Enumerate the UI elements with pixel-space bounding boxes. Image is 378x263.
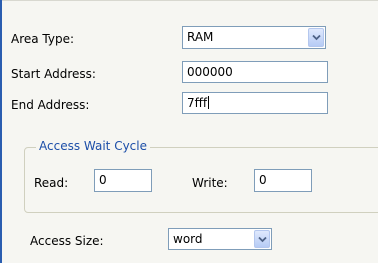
access-size-value: word (173, 232, 203, 246)
access-size-select[interactable]: word (168, 228, 272, 250)
start-address-input[interactable]: 000000 (182, 61, 328, 83)
start-address-label: Start Address: (11, 67, 96, 81)
access-wait-cycle-title: Access Wait Cycle (36, 138, 150, 154)
access-size-dropdown-button[interactable] (254, 230, 270, 248)
write-wait-value: 0 (259, 173, 267, 187)
start-address-value: 000000 (187, 65, 233, 79)
area-type-label: Area Type: (11, 32, 75, 46)
access-size-label: Access Size: (30, 234, 104, 248)
area-type-dropdown-button[interactable] (308, 28, 324, 47)
read-label: Read: (34, 176, 69, 190)
chevron-down-icon (312, 34, 321, 41)
write-label: Write: (192, 176, 228, 190)
text-caret (208, 96, 210, 109)
area-settings-form: Area Type: RAM Start Address: 000000 End… (2, 1, 378, 263)
read-wait-value: 0 (99, 173, 107, 187)
chevron-down-icon (258, 236, 267, 243)
write-wait-input[interactable]: 0 (254, 169, 312, 192)
area-type-select[interactable]: RAM (182, 26, 326, 49)
end-address-value: 7fff (187, 96, 208, 110)
end-address-input[interactable]: 7fff (182, 92, 328, 114)
read-wait-input[interactable]: 0 (94, 169, 152, 192)
area-type-value: RAM (187, 30, 214, 44)
end-address-label: End Address: (11, 98, 90, 112)
